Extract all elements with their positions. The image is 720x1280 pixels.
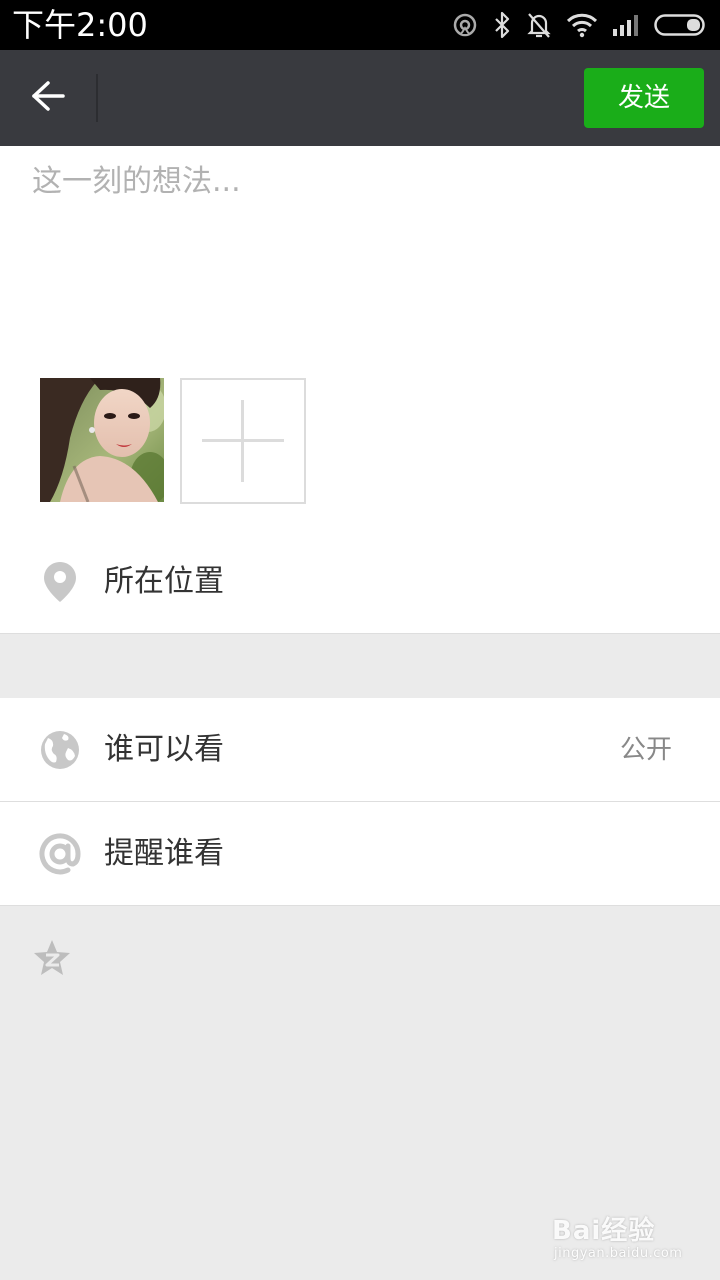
remind-label: 提醒谁看	[104, 836, 224, 871]
bluetooth-icon	[492, 11, 512, 39]
watermark-sub: jingyan.baidu.com	[554, 1246, 683, 1261]
signal-icon	[612, 13, 640, 37]
visibility-value: 公开	[619, 735, 672, 765]
moment-text-input[interactable]	[32, 160, 688, 340]
silent-bell-icon	[526, 11, 552, 39]
map-pin-icon	[38, 560, 82, 604]
baidu-jingyan-watermark: Bai经验 jingyan.baidu.com	[552, 1210, 702, 1270]
qzone-star-icon[interactable]	[32, 938, 72, 978]
visibility-row[interactable]: 谁可以看 公开	[0, 698, 720, 802]
wifi-icon	[566, 12, 598, 38]
location-label: 所在位置	[104, 564, 224, 599]
arrow-left-icon	[30, 80, 66, 116]
send-button[interactable]: 发送	[584, 68, 704, 128]
sync-icon	[452, 12, 478, 38]
status-bar: 下午2:00	[0, 0, 720, 50]
back-button[interactable]	[16, 70, 80, 126]
battery-icon	[654, 13, 708, 37]
watermark-main: Bai经验	[552, 1216, 656, 1246]
globe-icon	[38, 728, 82, 772]
status-time: 下午2:00	[12, 6, 148, 44]
title-bar: 发送	[0, 50, 720, 146]
selfie-photo[interactable]	[40, 378, 164, 502]
location-row[interactable]: 所在位置	[0, 530, 720, 634]
at-icon	[38, 832, 82, 876]
visibility-label: 谁可以看	[104, 732, 224, 767]
title-divider	[96, 74, 98, 122]
add-photo-button[interactable]	[180, 378, 306, 504]
status-icons	[452, 10, 708, 40]
remind-row[interactable]: 提醒谁看	[0, 802, 720, 906]
